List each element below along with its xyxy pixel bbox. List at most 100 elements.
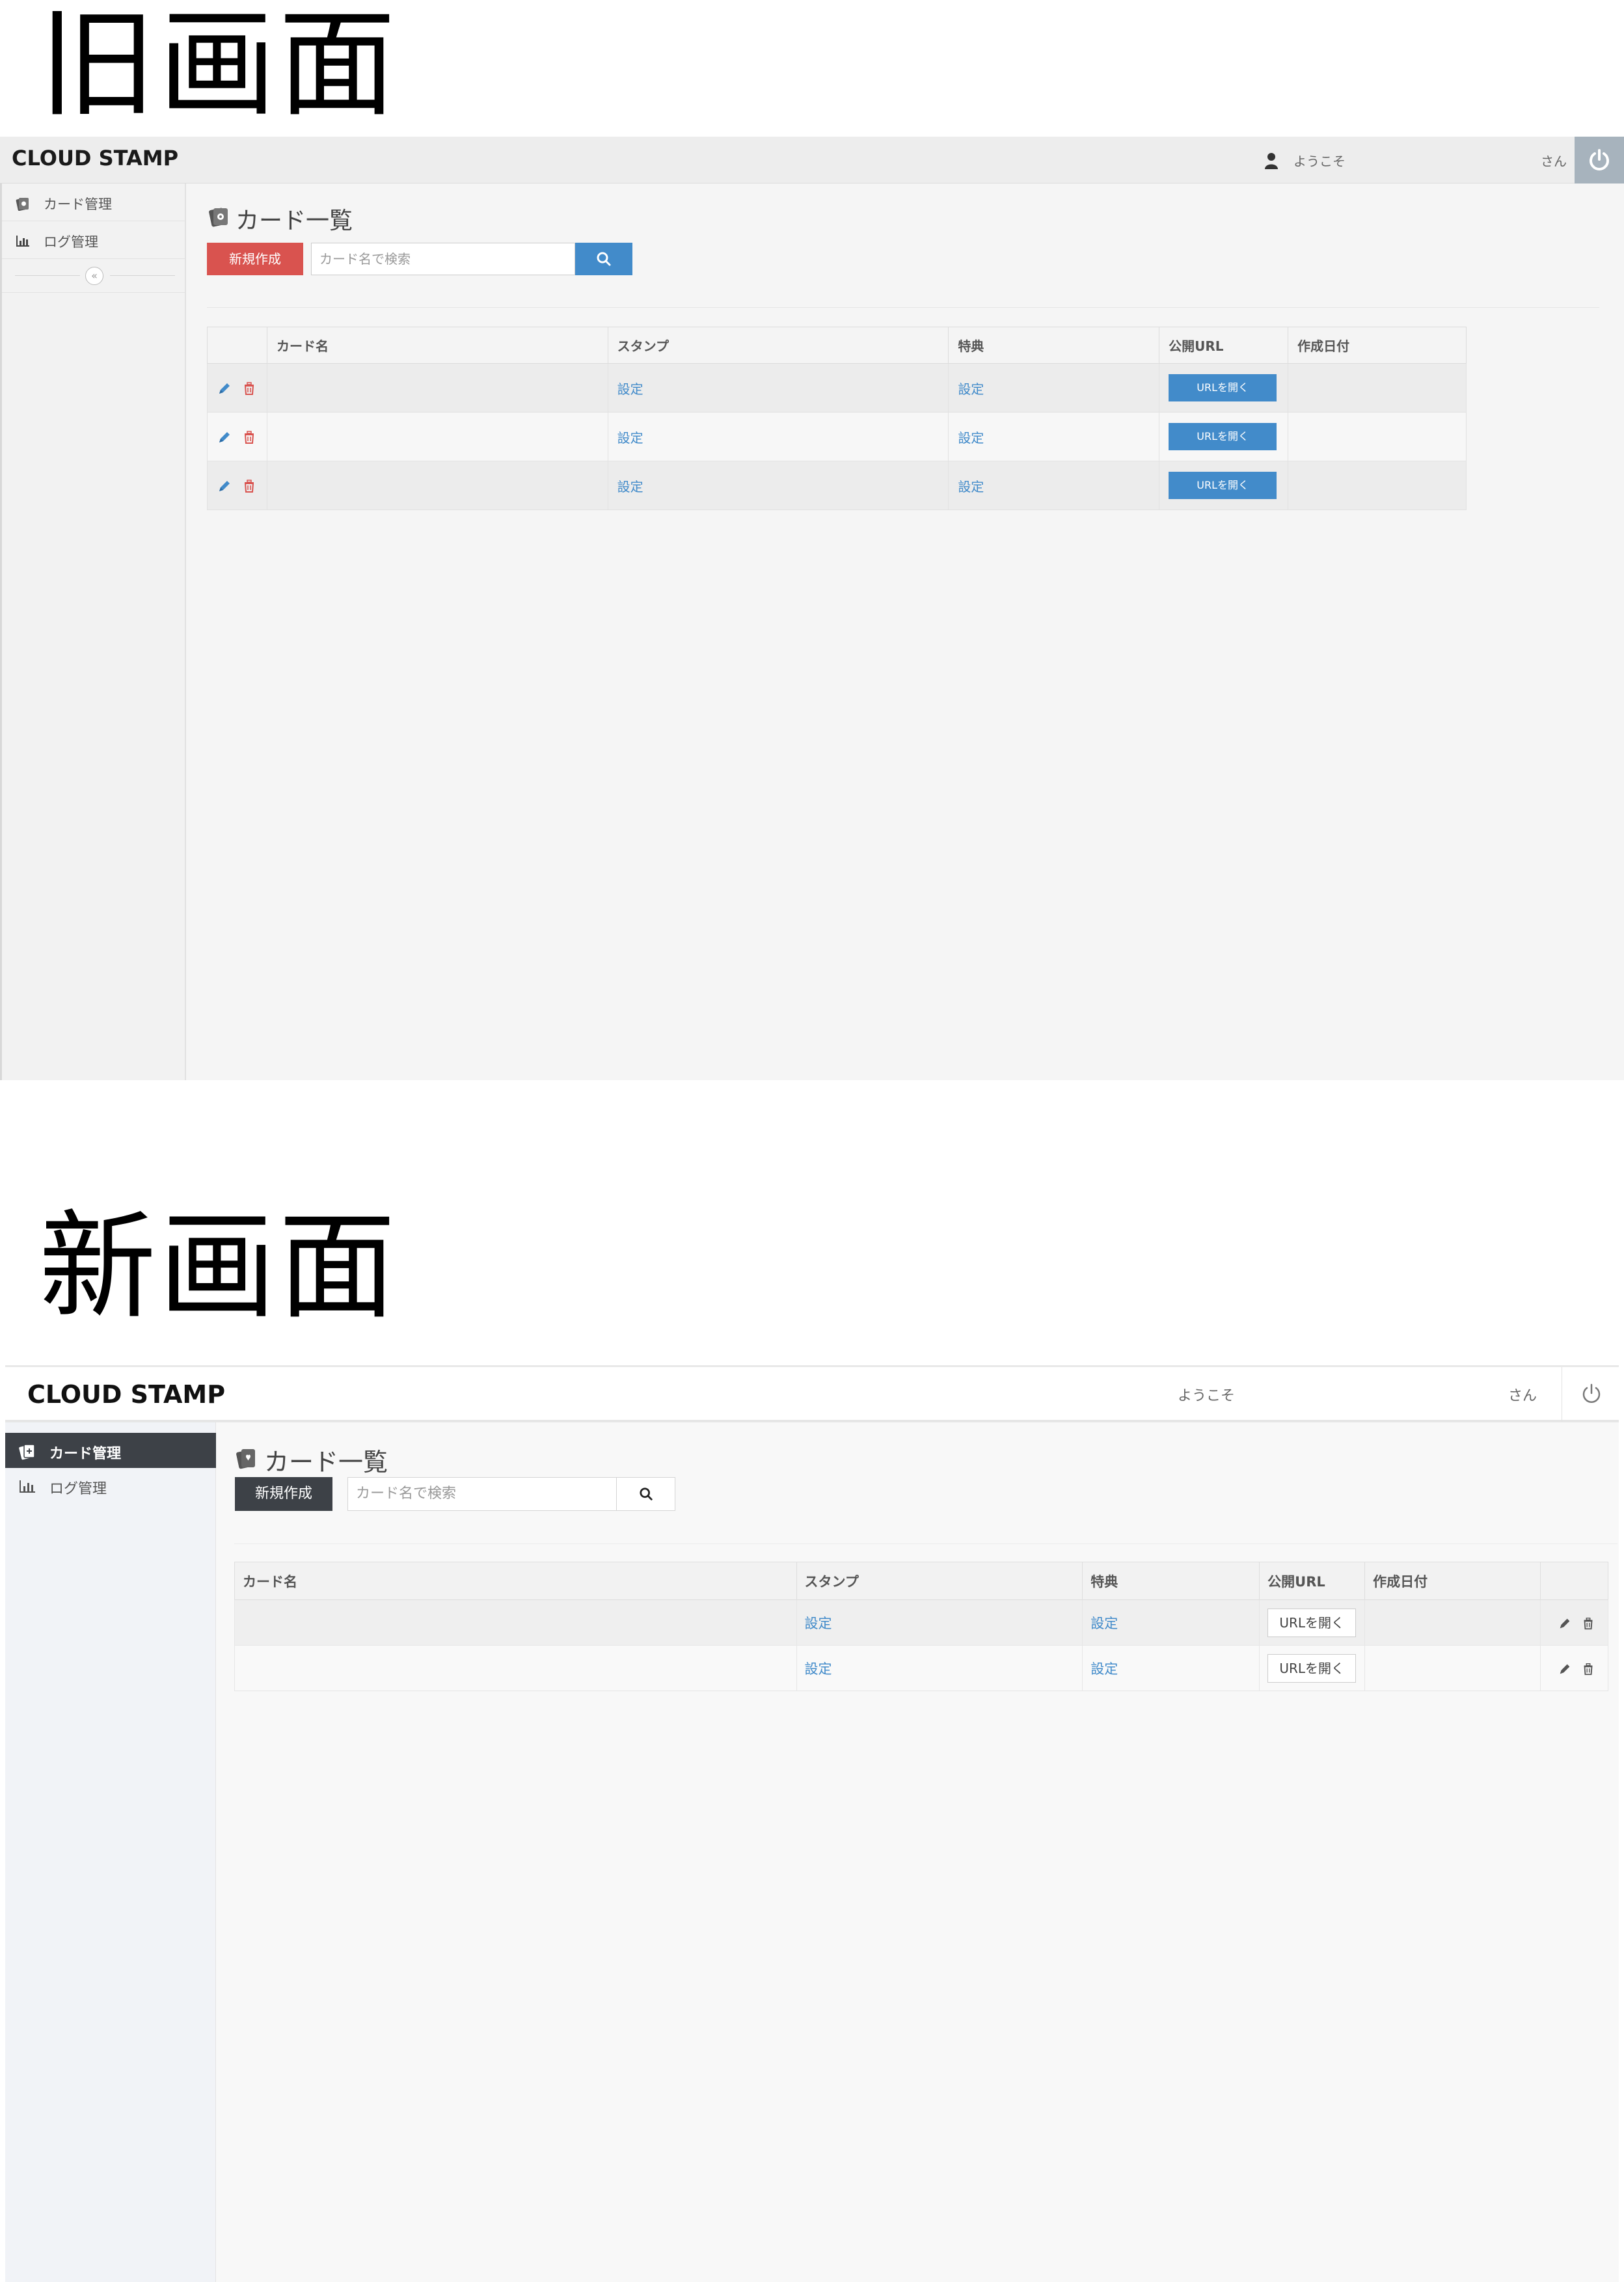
benefit-cell: 設定 [948, 412, 1160, 461]
table-row: 設定 設定 URLを開く [234, 1645, 1608, 1691]
edit-icon[interactable] [217, 381, 232, 396]
search-button[interactable] [575, 243, 632, 275]
stamp-settings-link[interactable]: 設定 [617, 430, 643, 446]
edit-icon[interactable] [1558, 1616, 1572, 1631]
stamp-header: スタンプ [607, 327, 949, 364]
sidebar-item-label: カード管理 [49, 1446, 122, 1462]
new-screen: CLOUD STAMP ようこそ さん カード管理 ログ管理 カード一覧 新規作… [5, 1365, 1619, 2282]
stamp-cell: 設定 [796, 1599, 1083, 1646]
benefit-settings-link[interactable]: 設定 [958, 479, 984, 495]
power-icon [1590, 149, 1609, 170]
benefit-settings-link[interactable]: 設定 [958, 381, 984, 397]
page-title: カード一覧 [264, 1448, 388, 1476]
card-name-header: カード名 [234, 1562, 797, 1600]
open-url-button[interactable]: URLを開く [1169, 423, 1277, 450]
logo: CLOUD STAMP [12, 146, 179, 170]
new-card-button[interactable]: 新規作成 [207, 243, 303, 275]
card-name-cell [266, 363, 608, 413]
old-screen-label: 旧画面 [39, 0, 399, 133]
trash-icon[interactable] [1581, 1662, 1595, 1676]
divider [110, 275, 175, 276]
created-date-cell [1288, 412, 1467, 461]
benefit-settings-link[interactable]: 設定 [1090, 1661, 1118, 1677]
benefit-cell: 設定 [1082, 1599, 1260, 1646]
header: CLOUD STAMP ようこそ さん [0, 137, 1624, 183]
table-row: 設定 設定 URLを開く [207, 461, 1467, 510]
public-url-cell: URLを開く [1159, 363, 1289, 413]
trash-icon[interactable] [241, 381, 257, 396]
bar-chart-icon [16, 236, 29, 247]
open-url-button[interactable]: URLを開く [1267, 1608, 1357, 1637]
card-icon [19, 1444, 35, 1460]
row-actions [207, 412, 267, 461]
benefit-settings-link[interactable]: 設定 [1090, 1616, 1118, 1631]
stamp-cell: 設定 [607, 363, 949, 413]
search-icon [640, 1487, 653, 1501]
open-url-button[interactable]: URLを開く [1169, 374, 1277, 401]
sidebar-item-label: ログ管理 [44, 234, 98, 250]
bar-chart-icon [20, 1480, 35, 1493]
trash-icon[interactable] [1581, 1616, 1595, 1631]
sidebar-item-card[interactable]: カード管理 [5, 1433, 216, 1468]
stamp-cell: 設定 [796, 1645, 1083, 1691]
sidebar-collapse: « [2, 259, 186, 293]
edit-icon[interactable] [1558, 1662, 1572, 1676]
logo: CLOUD STAMP [27, 1380, 226, 1409]
search-input[interactable]: カード名で検索 [347, 1477, 617, 1511]
search-input[interactable]: カード名で検索 [311, 243, 575, 275]
logout-button[interactable] [1562, 1367, 1619, 1422]
public-url-cell: URLを開く [1259, 1599, 1366, 1646]
stamp-cell: 設定 [607, 461, 949, 510]
benefit-settings-link[interactable]: 設定 [958, 430, 984, 446]
user-icon [1265, 153, 1278, 169]
stamp-settings-link[interactable]: 設定 [805, 1661, 832, 1677]
divider [15, 275, 80, 276]
sidebar-item-label: ログ管理 [49, 1481, 107, 1497]
benefit-header: 特典 [948, 327, 1160, 364]
new-card-button[interactable]: 新規作成 [235, 1477, 332, 1511]
card-name-header: カード名 [266, 327, 608, 364]
public-url-cell: URLを開く [1159, 461, 1289, 510]
trash-icon[interactable] [241, 429, 257, 445]
sidebar-item-log[interactable]: ログ管理 [2, 221, 186, 259]
public-url-cell: URLを開く [1159, 412, 1289, 461]
card-name-cell [266, 461, 608, 510]
created-date-header: 作成日付 [1288, 327, 1467, 364]
created-date-header: 作成日付 [1364, 1562, 1541, 1600]
created-date-cell [1288, 363, 1467, 413]
double-chevron-left-icon[interactable]: « [85, 267, 103, 285]
row-actions [207, 461, 267, 510]
public-url-header: 公開URL [1259, 1562, 1366, 1600]
logout-button[interactable] [1575, 137, 1624, 183]
stamp-settings-link[interactable]: 設定 [805, 1616, 832, 1631]
divider [234, 1543, 1617, 1544]
open-url-button[interactable]: URLを開く [1267, 1653, 1357, 1683]
power-icon [1582, 1383, 1601, 1403]
divider [207, 307, 1599, 308]
sidebar-item-log[interactable]: ログ管理 [5, 1468, 216, 1503]
benefit-cell: 設定 [948, 461, 1160, 510]
trash-icon[interactable] [241, 478, 257, 494]
new-screen-label: 新画面 [39, 1199, 399, 1335]
stamp-settings-link[interactable]: 設定 [617, 381, 643, 397]
row-actions [1540, 1645, 1608, 1691]
row-actions [1540, 1599, 1608, 1646]
stamp-header: スタンプ [796, 1562, 1083, 1600]
header: CLOUD STAMP ようこそ さん [5, 1365, 1619, 1422]
search-button[interactable] [617, 1477, 675, 1511]
created-date-cell [1364, 1645, 1541, 1691]
edit-icon[interactable] [217, 429, 232, 445]
welcome-text: ようこそ [1293, 154, 1346, 169]
card-icon [236, 1449, 255, 1469]
sidebar-item-card[interactable]: カード管理 [2, 183, 186, 221]
edit-icon[interactable] [217, 478, 232, 494]
search-icon [597, 252, 611, 266]
card-table: カード名 スタンプ 特典 公開URL 作成日付 設定 設定 URLを開く 設定 … [207, 327, 1467, 510]
row-actions [207, 363, 267, 413]
benefit-header: 特典 [1082, 1562, 1260, 1600]
card-table: カード名 スタンプ 特典 公開URL 作成日付 設定 設定 URLを開く 設定 … [234, 1562, 1608, 1691]
open-url-button[interactable]: URLを開く [1169, 472, 1277, 499]
card-name-cell [234, 1645, 797, 1691]
created-date-cell [1288, 461, 1467, 510]
stamp-settings-link[interactable]: 設定 [617, 479, 643, 495]
